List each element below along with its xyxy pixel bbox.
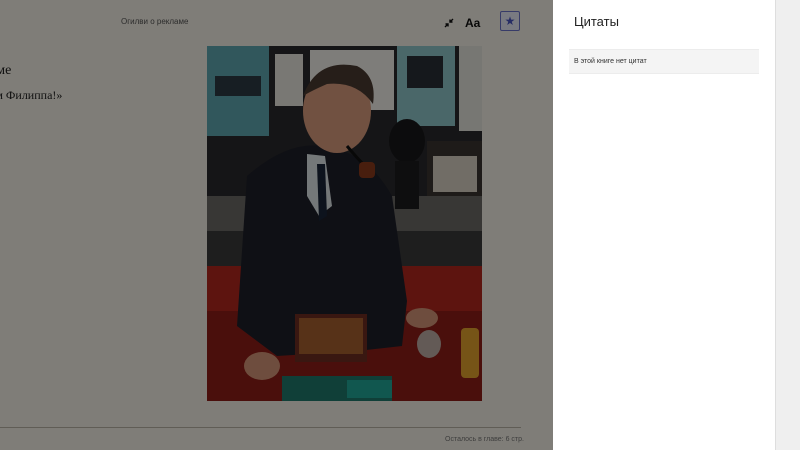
- pages-left-label: Осталось в главе: 6 стр.: [445, 436, 524, 443]
- collapse-button[interactable]: [440, 14, 458, 32]
- chapter-title: Огилви о рекламе: [121, 17, 189, 26]
- reader-header: Огилви о рекламе Aa ★: [0, 0, 553, 44]
- reader-area: Огилви о рекламе Aa ★ и аме ем Филиппа!»: [0, 0, 553, 450]
- quotes-panel: Цитаты В этой книге нет цитат: [553, 0, 775, 450]
- book-photo: [207, 46, 482, 401]
- font-settings-button[interactable]: Aa: [465, 14, 485, 32]
- book-text: и аме ем Филиппа!»: [0, 44, 62, 104]
- book-text-line: и: [0, 44, 62, 62]
- star-icon: ★: [504, 14, 516, 28]
- photo-illustration: [207, 46, 482, 401]
- reader-footer-divider: [0, 427, 521, 428]
- quotes-empty-message: В этой книге нет цитат: [569, 49, 759, 74]
- right-edge-strip: [775, 0, 800, 450]
- book-quote-line: ем Филиппа!»: [0, 88, 63, 102]
- quotes-panel-title: Цитаты: [574, 14, 619, 29]
- collapse-icon: [444, 18, 454, 28]
- book-text-line: аме: [0, 63, 12, 78]
- bookmark-button[interactable]: ★: [500, 11, 520, 31]
